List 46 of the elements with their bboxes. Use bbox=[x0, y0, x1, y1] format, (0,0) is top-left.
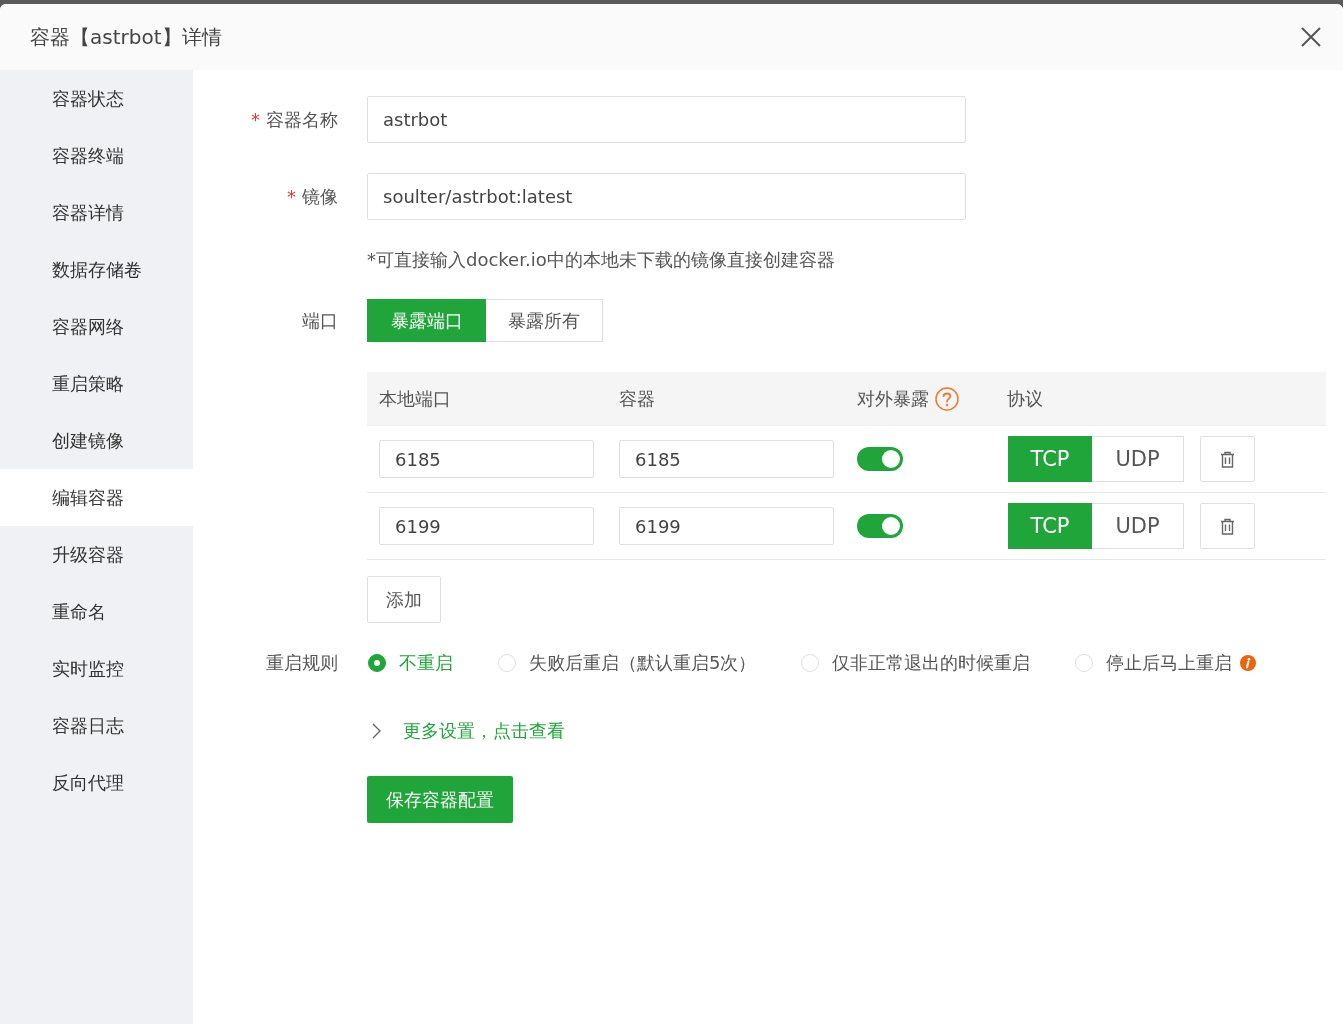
sidebar-item[interactable]: 容器网络 bbox=[0, 298, 193, 355]
sidebar-item[interactable]: 重启策略 bbox=[0, 355, 193, 412]
field-label: 重启规则 bbox=[266, 651, 338, 675]
close-icon bbox=[1301, 27, 1321, 47]
port-input[interactable]: 6199 bbox=[619, 507, 834, 545]
sidebar-item[interactable]: 实时监控 bbox=[0, 640, 193, 697]
trash-icon bbox=[1220, 450, 1235, 468]
radio-option[interactable]: 失败后重启（默认重启5次） bbox=[498, 651, 757, 675]
protocol-button[interactable]: UDP bbox=[1092, 436, 1184, 482]
sidebar-item[interactable]: 容器日志 bbox=[0, 697, 193, 754]
sidebar-item[interactable]: 容器终端 bbox=[0, 127, 193, 184]
port-input[interactable]: 6185 bbox=[619, 440, 834, 478]
add-button[interactable]: 添加 bbox=[367, 576, 441, 623]
radio-option[interactable]: 仅非正常退出的时候重启 bbox=[801, 651, 1031, 675]
hint-text: *可直接输入docker.io中的本地未下载的镜像直接创建容器 bbox=[367, 248, 835, 272]
text-input[interactable]: astrbot bbox=[367, 96, 966, 143]
delete-button[interactable] bbox=[1200, 503, 1255, 549]
radio-option[interactable]: 停止后马上重启 bbox=[1075, 651, 1257, 675]
required-mark: * bbox=[251, 109, 260, 130]
column-header: 对外暴露 bbox=[857, 386, 929, 411]
protocol-button[interactable]: UDP bbox=[1092, 503, 1184, 549]
column-header: 本地端口 bbox=[379, 386, 451, 411]
sidebar-item[interactable]: 创建镜像 bbox=[0, 412, 193, 469]
port-input[interactable]: 6185 bbox=[379, 440, 594, 478]
sidebar-item[interactable]: 容器详情 bbox=[0, 184, 193, 241]
toggle-switch[interactable] bbox=[857, 447, 903, 471]
field-label: 镜像 bbox=[302, 184, 338, 209]
field-label: 端口 bbox=[302, 308, 338, 333]
sidebar-item[interactable]: 重命名 bbox=[0, 583, 193, 640]
sidebar-item[interactable]: 容器状态 bbox=[0, 70, 193, 127]
column-header: 容器 bbox=[619, 386, 655, 411]
required-mark: * bbox=[287, 186, 296, 207]
sidebar-item[interactable]: 编辑容器 bbox=[0, 469, 193, 526]
segment-button[interactable]: 暴露所有 bbox=[486, 299, 603, 342]
trash-icon bbox=[1220, 517, 1235, 535]
text-input[interactable]: soulter/astrbot:latest bbox=[367, 173, 966, 220]
field-label: 容器名称 bbox=[266, 107, 338, 132]
sidebar-item[interactable]: 反向代理 bbox=[0, 754, 193, 811]
delete-button[interactable] bbox=[1200, 436, 1255, 482]
sidebar-item[interactable]: 数据存储卷 bbox=[0, 241, 193, 298]
sidebar-item[interactable]: 升级容器 bbox=[0, 526, 193, 583]
toggle-switch[interactable] bbox=[857, 514, 903, 538]
column-header: 协议 bbox=[1007, 386, 1043, 411]
port-input[interactable]: 6199 bbox=[379, 507, 594, 545]
close-button[interactable] bbox=[1301, 27, 1321, 47]
dialog-title: 容器【astrbot】详情 bbox=[30, 23, 222, 51]
